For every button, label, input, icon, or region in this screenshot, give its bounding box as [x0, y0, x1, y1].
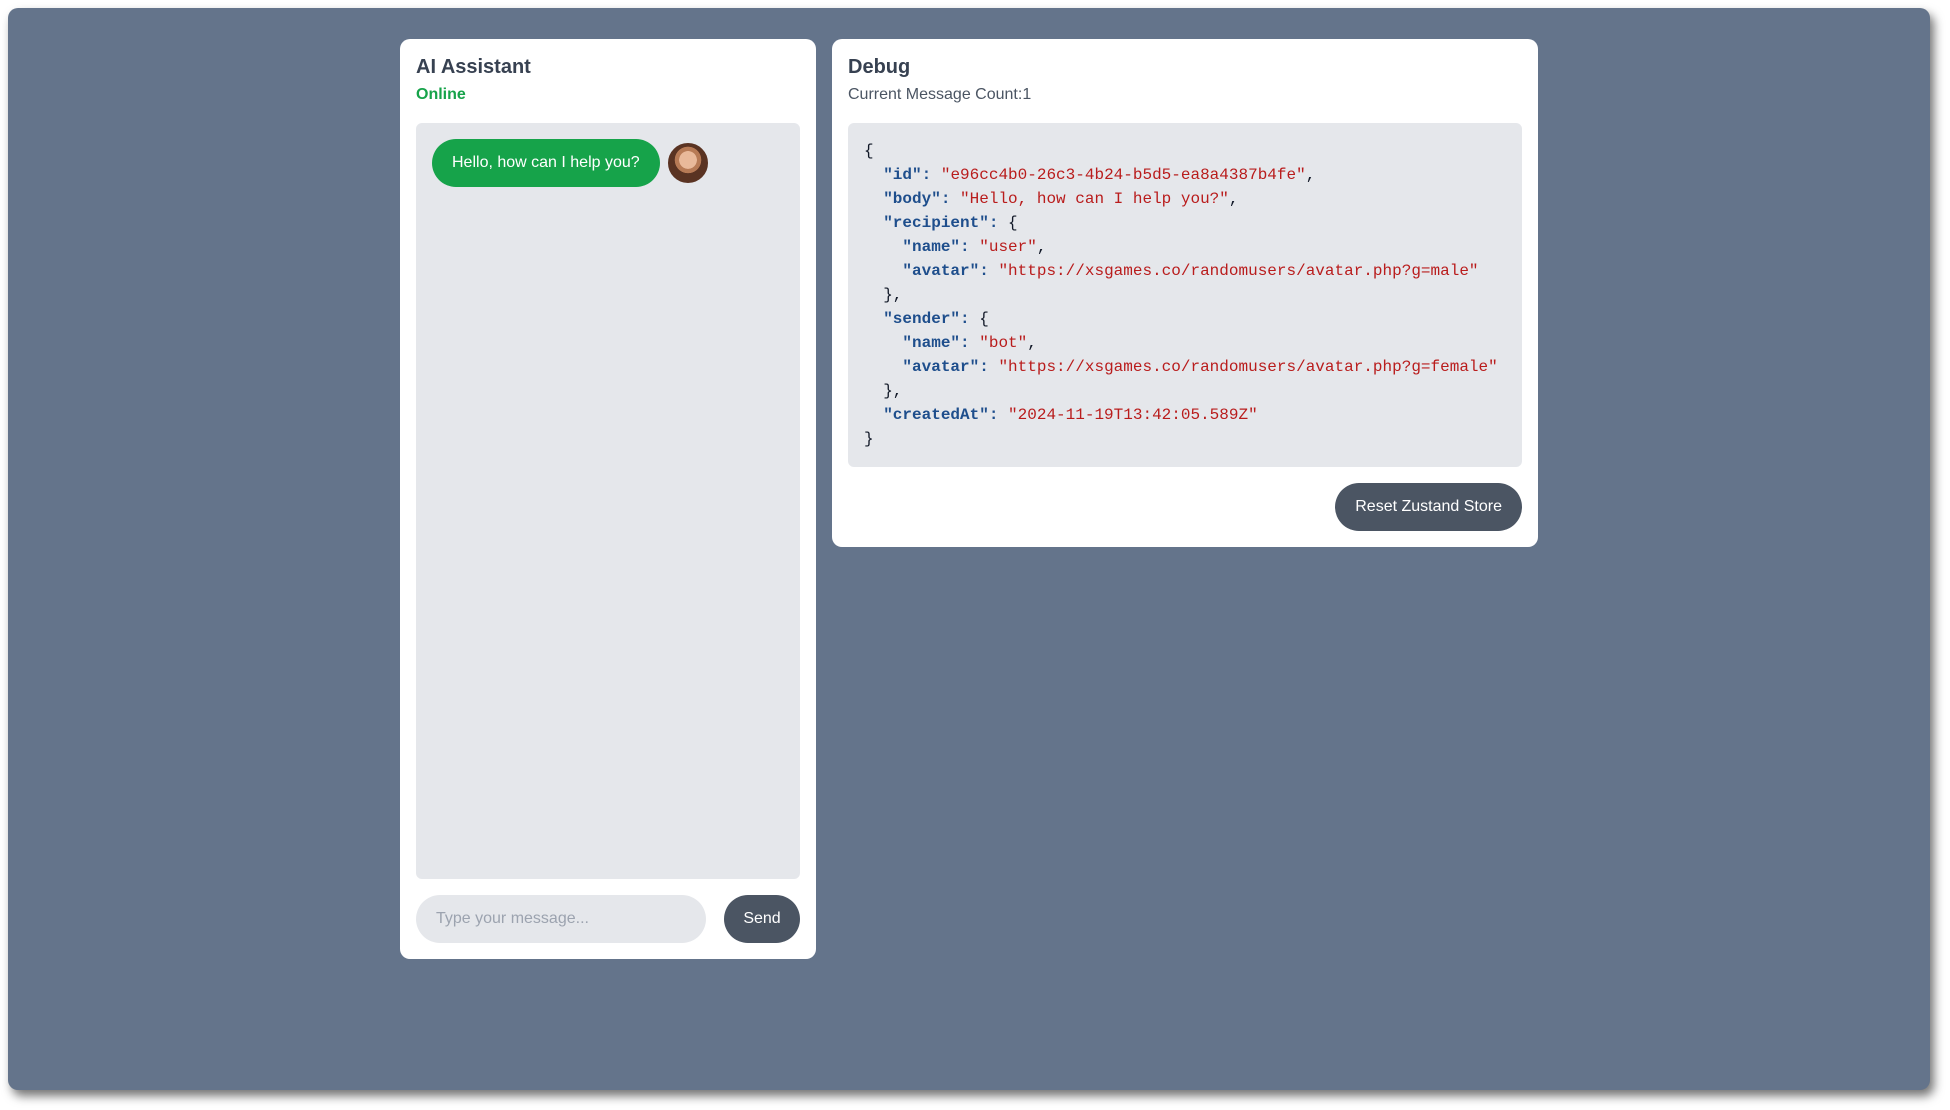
- message-bubble: Hello, how can I help you?: [432, 139, 660, 187]
- json-recipient-avatar: https://xsgames.co/randomusers/avatar.ph…: [1008, 262, 1469, 280]
- message-list[interactable]: Hello, how can I help you?: [416, 123, 800, 879]
- json-recipient-name: user: [988, 238, 1028, 256]
- debug-title: Debug: [848, 56, 911, 78]
- json-sender-avatar: https://xsgames.co/randomusers/avatar.ph…: [1008, 358, 1489, 376]
- message-count: Current Message Count:1: [848, 86, 1031, 104]
- chat-panel: AI Assistant Online Hello, how can I hel…: [400, 39, 816, 959]
- message-item: Hello, how can I help you?: [432, 139, 708, 187]
- app-window: AI Assistant Online Hello, how can I hel…: [8, 8, 1930, 1090]
- json-id: e96cc4b0-26c3-4b24-b5d5-ea8a4387b4fe: [950, 166, 1297, 184]
- json-sender-name: bot: [988, 334, 1018, 352]
- json-viewer: { "id": "e96cc4b0-26c3-4b24-b5d5-ea8a438…: [848, 123, 1522, 467]
- chat-title: AI Assistant: [416, 56, 531, 78]
- json-created-at: 2024-11-19T13:42:05.589Z: [1017, 406, 1249, 424]
- send-button[interactable]: Send: [724, 895, 800, 943]
- message-count-label: Current Message Count:: [848, 86, 1023, 103]
- json-body: Hello, how can I help you?: [969, 190, 1220, 208]
- bot-avatar: [667, 143, 708, 183]
- message-input[interactable]: [416, 895, 706, 943]
- message-count-value: 1: [1022, 86, 1032, 103]
- online-status: Online: [416, 86, 466, 103]
- debug-panel: Debug Current Message Count:1 { "id": "e…: [832, 39, 1538, 547]
- reset-store-button[interactable]: Reset Zustand Store: [1335, 483, 1522, 531]
- message-composer: Send: [416, 895, 800, 943]
